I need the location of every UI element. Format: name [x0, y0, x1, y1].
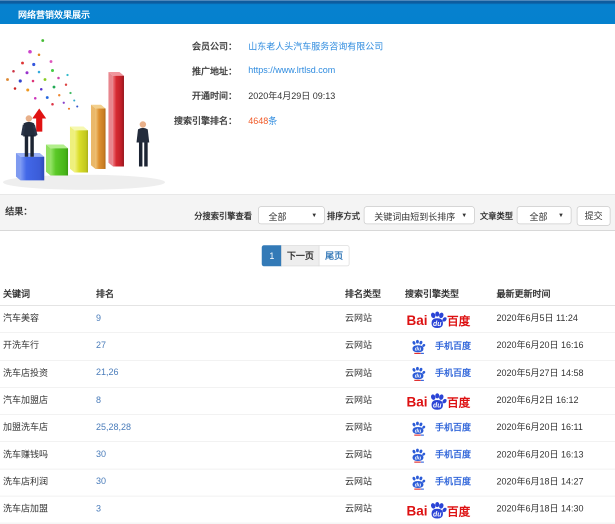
svg-text:du: du: [433, 511, 442, 518]
svg-text:du: du: [415, 374, 422, 380]
svg-text:du: du: [415, 428, 422, 434]
svg-text:du: du: [415, 347, 422, 353]
svg-text:du: du: [415, 456, 422, 462]
svg-text:du: du: [433, 321, 442, 328]
svg-text:du: du: [433, 402, 442, 409]
svg-text:du: du: [415, 483, 422, 489]
